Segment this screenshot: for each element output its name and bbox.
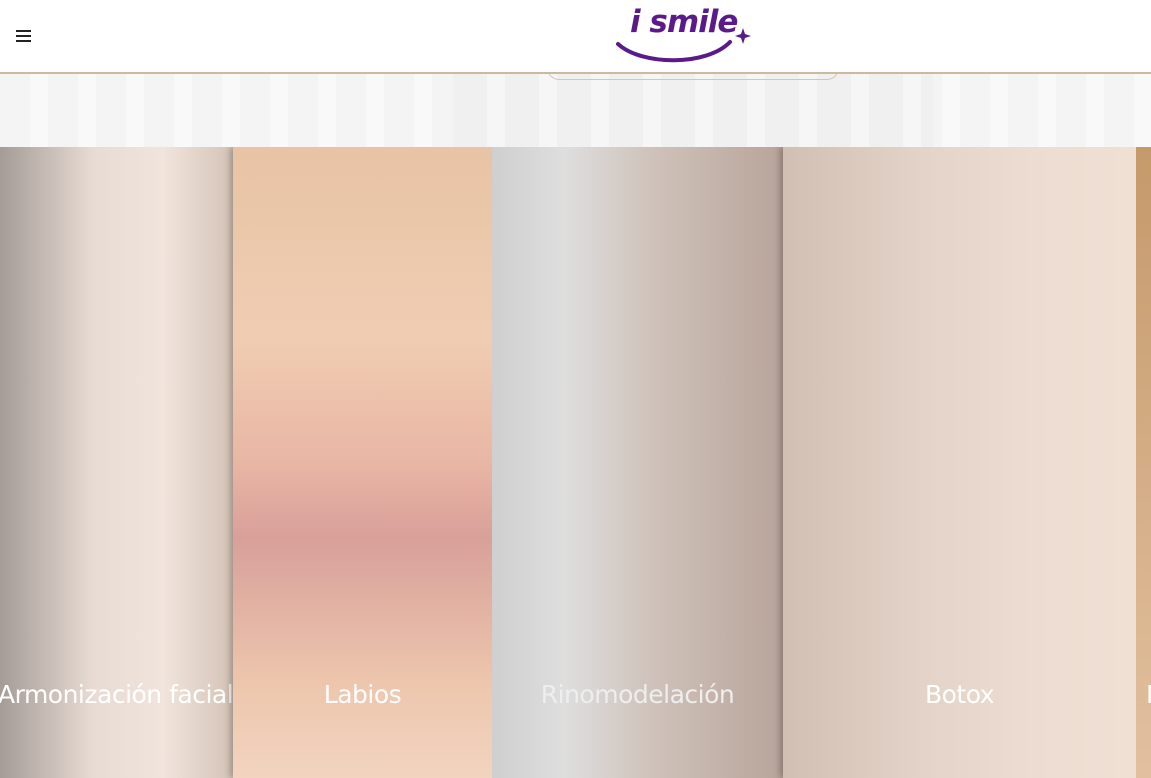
panel-next[interactable]: N [1136,147,1151,778]
site-header: i smile [0,0,1151,74]
panel-label: N [1146,680,1151,709]
panel-armonizacion-facial[interactable]: Armonización facial [0,147,233,778]
logo[interactable]: i smile [612,4,757,66]
panel-label: Armonización facial [0,680,233,709]
hamburger-menu-icon[interactable] [14,26,34,46]
panel-label: Botox [924,680,995,709]
treatments-gallery: Armonización facial Labios Rinomodelació… [0,147,1151,778]
panel-botox[interactable]: Botox [783,147,1136,778]
top-band-center [453,74,933,147]
panel-label: Labios [323,680,402,709]
logo-text: i smile [630,4,738,40]
panel-labios[interactable]: Labios [233,147,492,778]
panel-rinomodelacion[interactable]: Rinomodelación [492,147,783,778]
panel-label: Rinomodelación [540,680,735,709]
